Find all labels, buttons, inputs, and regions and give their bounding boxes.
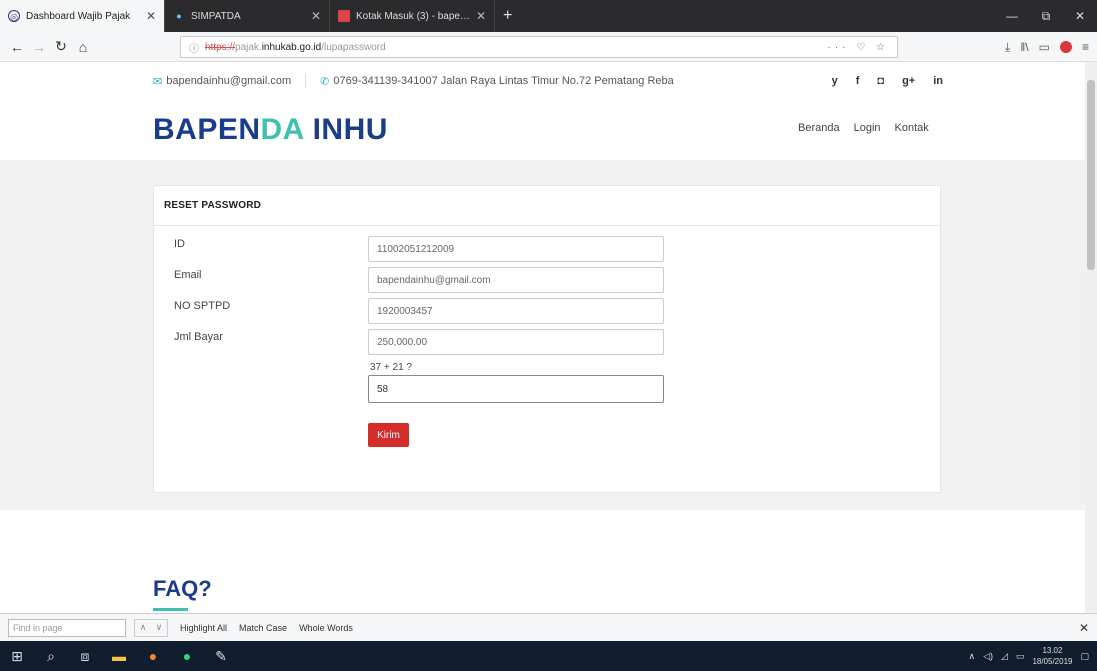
label-no-sptpd: NO SPTPD: [174, 300, 231, 312]
tab-simpatda[interactable]: ● SIMPATDA ✕: [165, 0, 330, 32]
label-id: ID: [174, 238, 185, 250]
restore-icon[interactable]: ⧉: [1029, 0, 1063, 32]
whatsapp-icon[interactable]: ●: [170, 641, 204, 671]
task-view-icon[interactable]: ⧈: [68, 641, 102, 671]
brand-main: BAPEN: [153, 113, 261, 146]
scrollbar-thumb[interactable]: [1087, 80, 1095, 270]
close-find-icon[interactable]: ✕: [1079, 621, 1089, 635]
windows-start-icon[interactable]: ⊞: [0, 641, 34, 671]
close-window-icon[interactable]: ✕: [1063, 0, 1097, 32]
id-input[interactable]: 11002051212009: [368, 236, 664, 262]
tab-title: SIMPATDA: [191, 10, 241, 22]
screen: ◎ Dashboard Wajib Pajak ✕ ● SIMPATDA ✕ K…: [0, 0, 1097, 671]
url-subdomain: pajak.: [235, 41, 262, 53]
window-controls: — ⧉ ✕: [995, 0, 1097, 32]
mail-icon: [338, 10, 350, 22]
volume-icon[interactable]: ◁): [983, 651, 993, 662]
minimize-icon[interactable]: —: [995, 0, 1029, 32]
home-icon[interactable]: ⌂: [72, 39, 94, 55]
main-nav: Beranda Login Kontak: [798, 122, 929, 134]
favicon-icon: ●: [176, 11, 182, 21]
close-icon[interactable]: ✕: [311, 9, 321, 23]
notifications-icon[interactable]: ▢: [1080, 651, 1089, 662]
url-protocol: https://: [205, 41, 236, 53]
browser-nav-bar: ← → ↻ ⌂ ⓘ https:// pajak. inhukab.go.id …: [0, 32, 1097, 62]
download-icon[interactable]: ⤓: [1005, 40, 1010, 55]
nav-kontak[interactable]: Kontak: [895, 122, 929, 134]
reset-password-card: RESET PASSWORD ID 11002051212009 Email b…: [153, 185, 941, 493]
googleplus-icon[interactable]: g+: [902, 75, 915, 87]
divider: [305, 74, 307, 88]
site-logo[interactable]: BAPENDA INHU: [153, 113, 388, 147]
file-explorer-icon[interactable]: ▬: [102, 641, 136, 671]
facebook-icon[interactable]: f: [856, 75, 860, 87]
close-icon[interactable]: ✕: [146, 9, 156, 23]
sidebar-icon[interactable]: ▭: [1039, 40, 1050, 54]
new-tab-button[interactable]: +: [495, 0, 520, 32]
find-previous-icon[interactable]: ∧: [135, 620, 151, 636]
find-nav: ∧ ∨: [134, 618, 168, 637]
highlight-all-option[interactable]: Highlight All: [180, 623, 227, 633]
app-icon[interactable]: ✎: [204, 641, 238, 671]
reload-icon[interactable]: ↻: [50, 38, 72, 55]
label-email: Email: [174, 269, 202, 281]
firefox-icon[interactable]: ●: [136, 641, 170, 671]
clock[interactable]: 13.02 18/05/2019: [1032, 645, 1072, 667]
social-links: y f ◘ g+ in: [832, 75, 943, 87]
clock-date: 18/05/2019: [1032, 657, 1073, 666]
whole-words-option[interactable]: Whole Words: [299, 623, 353, 633]
toolbar-right: ⤓ ‖\ ▭ ≡: [1005, 32, 1089, 62]
email-input[interactable]: bapendainhu@gmail.com: [368, 267, 664, 293]
site-info-icon[interactable]: ⓘ: [189, 40, 199, 55]
envelope-icon: ✉: [153, 75, 163, 88]
url-path: /lupapassword: [321, 41, 386, 53]
captcha-question: 37 + 21 ?: [370, 362, 412, 373]
tab-gmail[interactable]: Kotak Masuk (3) - bapendainhu ✕: [330, 0, 495, 32]
forward-icon[interactable]: →: [28, 39, 50, 55]
library-icon[interactable]: ‖\: [1020, 40, 1028, 54]
tab-title: Dashboard Wajib Pajak: [26, 10, 131, 22]
browser-tab-bar: ◎ Dashboard Wajib Pajak ✕ ● SIMPATDA ✕ K…: [0, 0, 1097, 32]
sptpd-input[interactable]: 1920003457: [368, 298, 664, 324]
url-bar[interactable]: ⓘ https:// pajak. inhukab.go.id /lupapas…: [180, 36, 898, 58]
faq-underline: [153, 608, 188, 611]
find-input[interactable]: Find in page: [8, 618, 126, 637]
submit-button[interactable]: Kirim: [368, 423, 409, 447]
system-tray: ∧ ◁) ◿ ▭ 13.02 18/05/2019 ▢: [968, 645, 1097, 667]
contact-address: 0769-341139-341007 Jalan Raya Lintas Tim…: [333, 75, 674, 87]
windows-taskbar: ⊞ ⌕ ⧈ ▬ ● ● ✎ ∧ ◁) ◿ ▭ 13.02 18/05/2019 …: [0, 641, 1097, 671]
brand-rest: INHU: [303, 113, 388, 146]
battery-icon[interactable]: ▭: [1016, 651, 1025, 662]
url-domain: inhukab.go.id: [261, 41, 322, 53]
contact-email[interactable]: bapendainhu@gmail.com: [166, 75, 291, 87]
globe-icon: ◎: [8, 10, 20, 22]
contact-strip: ✉ bapendainhu@gmail.com ✆ 0769-341139-34…: [153, 70, 943, 92]
faq-heading: FAQ?: [153, 576, 212, 601]
find-next-icon[interactable]: ∨: [151, 620, 167, 636]
network-icon[interactable]: ◿: [1001, 651, 1008, 662]
amount-input[interactable]: 250,000.00: [368, 329, 664, 355]
clock-time: 13.02: [1042, 646, 1063, 655]
adblock-icon[interactable]: [1059, 41, 1072, 53]
tab-title: Kotak Masuk (3) - bapendainhu: [356, 10, 470, 22]
nav-login[interactable]: Login: [854, 122, 881, 134]
page-actions[interactable]: ··· ♡ ☆: [828, 42, 889, 53]
phone-icon: ✆: [320, 75, 330, 88]
captcha-input[interactable]: 58: [368, 375, 664, 403]
instagram-icon[interactable]: ◘: [877, 75, 884, 87]
tab-dashboard[interactable]: ◎ Dashboard Wajib Pajak ✕: [0, 0, 165, 32]
search-icon[interactable]: ⌕: [34, 641, 68, 671]
back-icon[interactable]: ←: [6, 39, 28, 55]
nav-beranda[interactable]: Beranda: [798, 122, 840, 134]
linkedin-icon[interactable]: in: [933, 75, 943, 87]
twitter-icon[interactable]: y: [832, 75, 838, 87]
close-icon[interactable]: ✕: [476, 9, 486, 23]
tray-chevron-icon[interactable]: ∧: [968, 651, 975, 662]
menu-icon[interactable]: ≡: [1082, 40, 1089, 54]
brand-accent: DA: [260, 113, 304, 146]
label-jml-bayar: Jml Bayar: [174, 331, 223, 343]
card-title: RESET PASSWORD: [154, 186, 940, 226]
find-bar: Find in page ∧ ∨ Highlight All Match Cas…: [0, 613, 1097, 641]
match-case-option[interactable]: Match Case: [239, 623, 287, 633]
